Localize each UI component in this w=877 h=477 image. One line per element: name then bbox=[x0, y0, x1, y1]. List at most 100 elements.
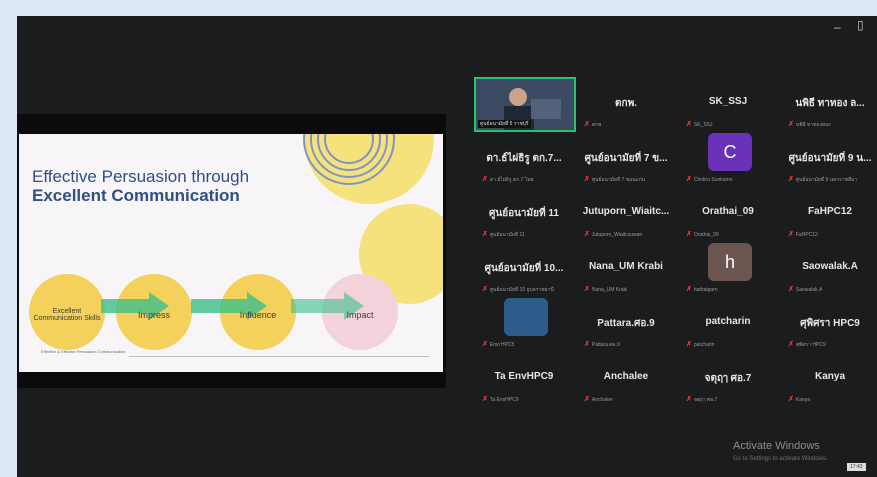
mic-muted-icon: ✗ bbox=[584, 286, 590, 293]
mic-muted-icon: ✗ bbox=[584, 121, 590, 128]
mic-muted-icon: ✗ bbox=[686, 286, 692, 293]
participant-name: FaHPC12 bbox=[808, 206, 852, 217]
mic-muted-icon: ✗ bbox=[788, 121, 794, 128]
participant-tile[interactable]: Ta EnvHPC9 ✗ Ta EnvHPC9 bbox=[474, 353, 574, 407]
active-speaker-video: ศูนย์อนามัยที่ 5 ราชบุรี bbox=[474, 77, 576, 132]
presentation-slide: Effective Persuasion through Excellent C… bbox=[19, 134, 443, 372]
participant-name: Nana_UM Krabi bbox=[589, 261, 663, 272]
slide-footnote: Effective & Efficient Persuasion Communi… bbox=[41, 349, 126, 354]
slide-title-line2: Excellent Communication bbox=[32, 186, 240, 205]
participant-tile[interactable]: ดา.ธ์ไผ่ธิรู ตก.7... ✗ ดา.ธ์ไผ่ธิรู ตก.7 ไ… bbox=[474, 133, 574, 187]
participant-label: ✗ ดา.ธ์ไผ่ธิรู ตก.7 ไทย bbox=[482, 175, 534, 184]
participant-label: ✗ ศูนย์อนามัยที่ 7 ขอนแก่น bbox=[584, 175, 645, 184]
participant-sub-name: นพิธี ทาทองทอง bbox=[795, 122, 831, 128]
participant-tile[interactable]: นพิธี ทาทอง ล... ✗ นพิธี ทาทองทอง bbox=[780, 78, 877, 132]
participant-tile[interactable]: ศูนย์อนามัยที่ 7 ข... ✗ ศูนย์อนามัยที่ 7 ข… bbox=[576, 133, 676, 187]
participant-name: Pattara.ศอ.9 bbox=[597, 318, 655, 329]
participant-avatar bbox=[504, 298, 548, 336]
participant-sub-name: Pattara.ศอ.9 bbox=[591, 342, 620, 348]
mic-muted-icon: ✗ bbox=[788, 176, 794, 183]
participant-sub-name: Orathai_09 bbox=[693, 232, 719, 238]
participant-sub-name: ศูนย์อนามัยที่ 11 bbox=[489, 232, 525, 238]
participant-sub-name: hathaigarn bbox=[693, 287, 718, 293]
mic-muted-icon: ✗ bbox=[686, 396, 692, 403]
participant-name: ศุพิศรา HPC9 bbox=[800, 318, 860, 329]
participant-label: ✗ Orathai_09 bbox=[686, 230, 719, 238]
participant-sub-name: จตุฤๅ ศอ.7 bbox=[693, 397, 718, 403]
participant-label: ✗ Ta EnvHPC9 bbox=[482, 395, 519, 403]
participant-name: Anchalee bbox=[603, 371, 649, 382]
participant-sub-name: patcharin bbox=[693, 342, 715, 348]
minimize-button[interactable]: – bbox=[834, 20, 841, 34]
participant-sub-name: Saowalak.A bbox=[795, 287, 823, 293]
maximize-button[interactable]: ▯ bbox=[857, 18, 864, 32]
activate-windows-sub: Go to Settings to activate Windows. bbox=[733, 456, 828, 462]
participant-label: ✗ Jutuporn_Wiaitcsuwan bbox=[584, 230, 642, 238]
participant-name: ศูนย์อนามัยที่ 11 bbox=[489, 208, 559, 219]
mic-muted-icon: ✗ bbox=[788, 286, 794, 293]
participant-label: ✗ Nana_UM Krabi bbox=[584, 285, 627, 293]
participant-sub-name: ศูนย์อนามัยที่ 9 นครราชสีมา bbox=[795, 177, 858, 183]
participant-tile[interactable]: Anchalee ✗ Anchalee bbox=[576, 353, 676, 407]
participant-tile[interactable]: ✗ Envi HPC5 bbox=[474, 298, 574, 352]
participant-tile[interactable]: ศูนย์อนามัยที่ 9 น... ✗ ศูนย์อนามัยที่ 9 น… bbox=[780, 133, 877, 187]
participant-tile[interactable]: C ✗ Chotiru Sunkamn bbox=[678, 133, 778, 187]
participant-tile[interactable]: จตุฤๅ ศอ.7 ✗ จตุฤๅ ศอ.7 bbox=[678, 353, 778, 407]
participant-tile[interactable]: Kanya ✗ Kanya bbox=[780, 353, 877, 407]
participant-sub-name: FaHPC12 bbox=[795, 232, 818, 238]
participant-tile[interactable]: Orathai_09 ✗ Orathai_09 bbox=[678, 188, 778, 242]
participant-tile[interactable]: ศูนย์อนามัยที่ 10... ✗ ศูนย์อนามัยที่ 10 อ… bbox=[474, 243, 574, 297]
participant-label: ✗ ศูนย์อนามัยที่ 11 bbox=[482, 230, 525, 239]
participant-name: SK_SSJ bbox=[708, 96, 748, 107]
slide-divider bbox=[129, 356, 429, 357]
participant-tile[interactable]: Saowalak.A ✗ Saowalak.A bbox=[780, 243, 877, 297]
participant-label: ✗ Kanya bbox=[788, 395, 810, 403]
participant-tile[interactable]: h ✗ hathaigarn bbox=[678, 243, 778, 297]
participant-sub-name: Envi HPC5 bbox=[489, 342, 515, 348]
mic-muted-icon: ✗ bbox=[584, 231, 590, 238]
step-excellent-communication: Excellent Communication Skills bbox=[33, 308, 101, 322]
participant-name: Orathai_09 bbox=[702, 206, 754, 217]
slide-title-line1: Effective Persuasion through bbox=[32, 167, 250, 186]
participant-tile[interactable]: Jutuporn_Wiaitc... ✗ Jutuporn_Wiaitcsuwan bbox=[576, 188, 676, 242]
participant-label: ✗ นพิธี ทาทองทอง bbox=[788, 120, 831, 129]
participant-label: ✗ จตุฤๅ ศอ.7 bbox=[686, 395, 717, 404]
participant-name: ศูนย์อนามัยที่ 10... bbox=[484, 263, 564, 274]
mic-muted-icon: ✗ bbox=[686, 341, 692, 348]
participant-name: ศูนย์อนามัยที่ 9 น... bbox=[788, 153, 872, 164]
participant-tile[interactable]: FaHPC12 ✗ FaHPC12 bbox=[780, 188, 877, 242]
participant-sub-name: Jutuporn_Wiaitcsuwan bbox=[591, 232, 643, 238]
participant-label: ✗ FaHPC12 bbox=[788, 230, 818, 238]
mic-muted-icon: ✗ bbox=[686, 176, 692, 183]
participant-name: ดา.ธ์ไผ่ธิรู ตก.7... bbox=[486, 153, 562, 164]
participant-tile[interactable]: Nana_UM Krabi ✗ Nana_UM Krabi bbox=[576, 243, 676, 297]
participant-label: ✗ ศูนย์อนามัยที่ 10 อุบลราชธานี bbox=[482, 285, 554, 294]
participant-label: ✗ Saowalak.A bbox=[788, 285, 822, 293]
participant-avatar: C bbox=[708, 133, 752, 171]
participant-tile[interactable]: ศุพิศรา HPC9 ✗ ศุพิศรา HPC9 bbox=[780, 298, 877, 352]
participant-sub-name: Anchalee bbox=[591, 397, 613, 403]
mic-muted-icon: ✗ bbox=[788, 341, 794, 348]
step-influence: Influence bbox=[239, 310, 277, 320]
participant-label: ✗ hathaigarn bbox=[686, 285, 718, 293]
participant-tile[interactable]: patcharin ✗ patcharin bbox=[678, 298, 778, 352]
participant-sub-name: ศูนย์อนามัยที่ 10 อุบลราชธานี bbox=[489, 287, 554, 293]
participant-tile[interactable]: ศูนย์อนามัยที่ 5 ราชบุรี bbox=[474, 77, 576, 132]
mic-muted-icon: ✗ bbox=[584, 176, 590, 183]
participant-sub-name: ดา.ธ์ไผ่ธิรู ตก.7 ไทย bbox=[489, 177, 534, 183]
participant-tile[interactable]: Pattara.ศอ.9 ✗ Pattara.ศอ.9 bbox=[576, 298, 676, 352]
participant-tile[interactable]: ตกพ. ✗ ตกพ bbox=[576, 78, 676, 132]
taskbar-clock: 17:43 bbox=[847, 463, 866, 471]
participant-sub-name: ศูนย์อนามัยที่ 7 ขอนแก่น bbox=[591, 177, 646, 183]
shared-screen: Effective Persuasion through Excellent C… bbox=[17, 114, 446, 388]
participant-sub-name: Chotiru Sunkamn bbox=[693, 177, 733, 183]
participant-name: ตกพ. bbox=[615, 98, 637, 109]
participant-tile[interactable]: SK_SSJ ✗ SK_SSJ bbox=[678, 78, 778, 132]
video-name-label: ศูนย์อนามัยที่ 5 ราชบุรี bbox=[478, 120, 531, 128]
mic-muted-icon: ✗ bbox=[788, 231, 794, 238]
mic-muted-icon: ✗ bbox=[584, 341, 590, 348]
participant-name: Saowalak.A bbox=[802, 261, 858, 272]
participant-name: นพิธี ทาทอง ล... bbox=[795, 98, 865, 109]
participant-tile[interactable]: ศูนย์อนามัยที่ 11 ✗ ศูนย์อนามัยที่ 11 bbox=[474, 188, 574, 242]
mic-muted-icon: ✗ bbox=[686, 121, 692, 128]
